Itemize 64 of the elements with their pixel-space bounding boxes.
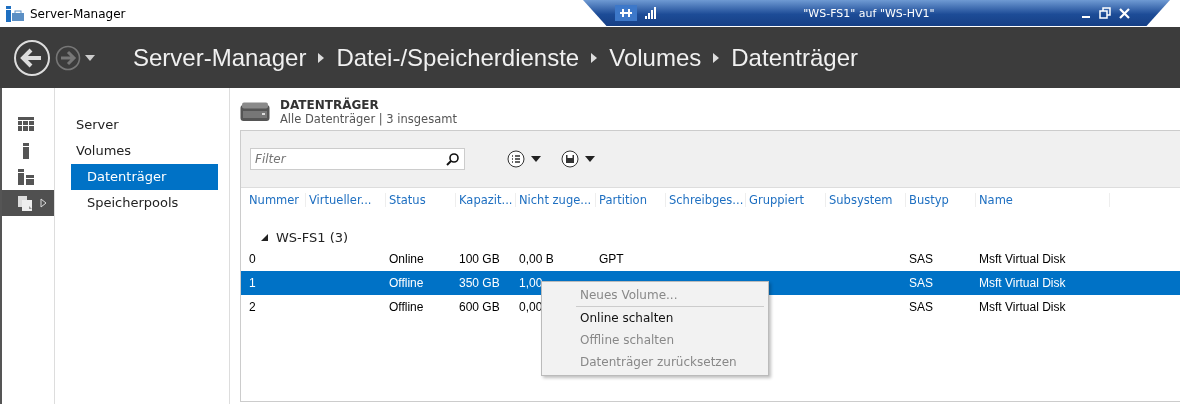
remote-session-title: "WS-FS1" auf "WS-HV1" [802, 6, 936, 20]
expand-arrow-icon [40, 198, 47, 208]
panel-subtitle: Alle Datenträger | 3 insgesamt [280, 112, 457, 126]
signal-icon [645, 7, 657, 19]
column-header[interactable]: Virtueller... [306, 193, 386, 207]
nav-item[interactable]: Speicherpools [71, 190, 218, 216]
table-cell-text: Msft Virtual Disk [978, 300, 1067, 314]
nav-item[interactable]: Datenträger [71, 164, 218, 190]
caret-icon [531, 156, 541, 162]
expanded-icon[interactable] [261, 233, 268, 241]
breadcrumb-link[interactable]: Volumes [609, 43, 702, 72]
column-header[interactable]: Kapazit... [456, 193, 516, 207]
servers-icon [18, 169, 34, 185]
filter-field[interactable]: Filter [250, 148, 465, 170]
column-header[interactable]: Gruppiert [746, 193, 826, 207]
breadcrumb-link[interactable]: Server-Manager [133, 43, 307, 72]
table-cell-text: Offline [388, 300, 425, 314]
column-header[interactable]: Partition [596, 193, 666, 207]
caret-icon [585, 156, 595, 162]
table-cell-text: SAS [908, 276, 934, 290]
window-title: Server-Manager [30, 6, 126, 21]
table-cell-text: 100 GB [458, 252, 501, 266]
column-header[interactable]: Bustyp [906, 193, 976, 207]
table-cell-text: Online [388, 252, 425, 266]
table-cell-text: SAS [908, 252, 934, 266]
column-header[interactable]: Schreibges... [666, 193, 746, 207]
file-services-icon [18, 195, 34, 211]
chevron-icon [318, 52, 325, 63]
table-cell-text: 350 GB [458, 276, 501, 290]
breadcrumb-link[interactable]: Datei-/Speicherdienste [336, 43, 580, 72]
dropdown-icon[interactable] [85, 54, 95, 61]
table-cell-text: Msft Virtual Disk [978, 252, 1067, 266]
menu-item[interactable]: Online schalten [572, 307, 768, 329]
table-cell-text: 1 [248, 276, 257, 290]
table-cell-text: 0,00 B [518, 252, 555, 266]
server-manager-icon [6, 5, 24, 22]
chevron-icon [713, 52, 720, 63]
nav-item[interactable]: Volumes [71, 138, 218, 164]
table-cell-text: 0 [248, 252, 257, 266]
search-icon[interactable] [446, 153, 459, 166]
pin-icon[interactable] [615, 5, 637, 21]
column-header[interactable]: Status [386, 193, 456, 207]
table-cell-text: Msft Virtual Disk [978, 276, 1067, 290]
dashboard-icon [18, 117, 34, 133]
sidebar-item[interactable] [2, 190, 54, 216]
table-cell-text: Offline [388, 276, 425, 290]
chevron-icon [591, 52, 598, 63]
table-cell-text: GPT [598, 252, 625, 266]
nav-item[interactable]: Server [71, 112, 218, 138]
column-header[interactable]: Subsystem [826, 193, 906, 207]
restore-icon[interactable] [1099, 7, 1111, 19]
column-header[interactable]: Name [976, 193, 1110, 207]
view-options-button[interactable] [507, 150, 541, 168]
group-label: WS-FS1 (3) [276, 229, 349, 245]
panel-title: DATENTRÄGER [280, 98, 380, 112]
table-cell-text: 2 [248, 300, 257, 314]
back-icon[interactable] [13, 38, 51, 77]
save-options-button[interactable] [561, 150, 595, 168]
column-header[interactable]: Nummer [246, 193, 306, 207]
close-icon[interactable] [1119, 7, 1130, 19]
breadcrumb-link[interactable]: Datenträger [731, 43, 859, 72]
table-cell-text: SAS [908, 300, 934, 314]
table-cell-text: 600 GB [458, 300, 501, 314]
column-header[interactable]: Nicht zuge... [516, 193, 596, 207]
